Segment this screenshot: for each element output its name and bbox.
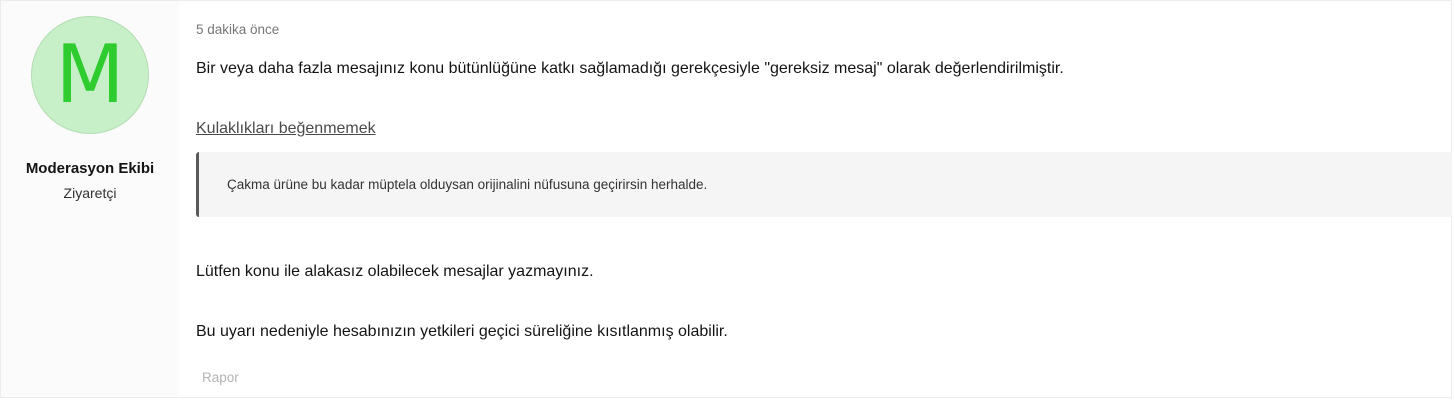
message-line-3: Bu uyarı nedeniyle hesabınızın yetkileri… [196,323,728,340]
post-body: 5 dakika önce Bir veya daha fazla mesajı… [196,1,1452,397]
post-container: M Moderasyon Ekibi Ziyaretçi 5 dakika ön… [0,0,1452,398]
quote-text: Çakma ürüne bu kadar müptela olduysan or… [227,177,708,192]
avatar[interactable]: M [31,16,149,134]
user-title: Ziyaretçi [63,185,117,201]
username[interactable]: Moderasyon Ekibi [1,160,179,177]
report-link[interactable]: Rapor [202,370,239,385]
thread-link[interactable]: Kulaklıkları beğenmemek [196,120,376,138]
message-line-2: Lütfen konu ile alakasız olabilecek mesa… [196,263,594,280]
message-line-1: Bir veya daha fazla mesajınız konu bütün… [196,60,1064,77]
quote-block: Çakma ürüne bu kadar müptela olduysan or… [196,152,1452,217]
post-timestamp[interactable]: 5 dakika önce [196,22,279,37]
user-info-panel: M Moderasyon Ekibi Ziyaretçi [1,1,179,397]
